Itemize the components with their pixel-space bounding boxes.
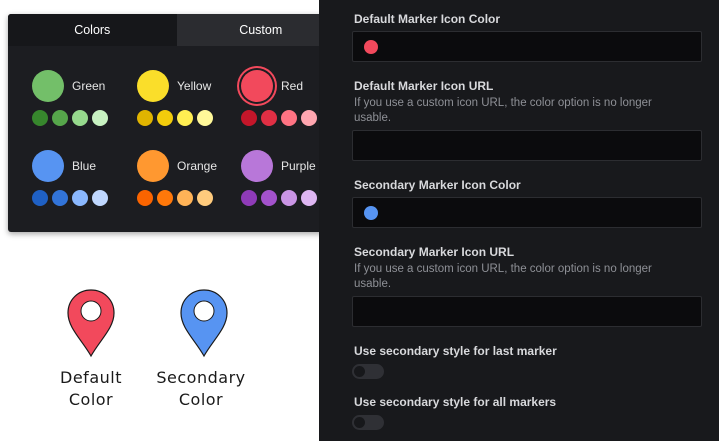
default-color-field[interactable] [352, 31, 702, 62]
shade-swatch-blue-2[interactable] [52, 190, 68, 206]
last-marker-toggle[interactable] [352, 364, 384, 379]
swatch-purple[interactable] [241, 150, 273, 182]
swatch-blue[interactable] [32, 150, 64, 182]
default-url-help: If you use a custom icon URL, the color … [354, 97, 652, 124]
shade-swatch-yellow-4[interactable] [197, 110, 213, 126]
default-color-label-text: Default Marker Icon Color [354, 12, 501, 26]
shade-swatch-yellow-1[interactable] [137, 110, 153, 126]
shade-swatch-green-2[interactable] [52, 110, 68, 126]
secondary-url-label: Secondary Marker Icon URL [354, 245, 515, 259]
toggle-knob [354, 366, 365, 377]
secondary-url-help: If you use a custom icon URL, the color … [354, 263, 652, 290]
shade-swatch-blue-1[interactable] [32, 190, 48, 206]
color-name-label: Orange [177, 159, 218, 173]
shade-swatch-yellow-2[interactable] [157, 110, 173, 126]
color-group-orange: Orange [137, 150, 237, 214]
shade-swatch-orange-4[interactable] [197, 190, 213, 206]
shade-swatch-red-2[interactable] [261, 110, 277, 126]
shade-swatch-orange-2[interactable] [157, 190, 173, 206]
color-palette: Green Yellow Red Blue Orange Purple [8, 46, 345, 232]
color-picker-popover: Colors Custom Green Yellow Red Blue Orange Pu… [8, 14, 345, 232]
color-group-blue: Blue [32, 150, 132, 214]
swatch-red[interactable] [241, 70, 273, 102]
shade-swatch-orange-3[interactable] [177, 190, 193, 206]
shade-swatch-green-3[interactable] [72, 110, 88, 126]
default-marker-icon [67, 289, 115, 358]
all-markers-toggle[interactable] [352, 415, 384, 430]
swatch-green[interactable] [32, 70, 64, 102]
swatch-orange[interactable] [137, 150, 169, 182]
swatch-yellow[interactable] [137, 70, 169, 102]
shade-swatch-red-4[interactable] [301, 110, 317, 126]
default-label-line1: Default [60, 368, 122, 387]
secondary-url-input[interactable] [352, 296, 702, 327]
default-color-label: Default Color [36, 367, 146, 411]
color-name-label: Yellow [177, 79, 212, 93]
color-name-label: Blue [72, 159, 97, 173]
shade-swatch-blue-4[interactable] [92, 190, 108, 206]
picker-tabs: Colors Custom [8, 14, 345, 46]
default-color-dot[interactable] [364, 40, 378, 54]
shade-swatch-green-1[interactable] [32, 110, 48, 126]
secondary-label-line1: Secondary [156, 368, 246, 387]
secondary-color-label: Secondary Color [146, 367, 256, 411]
secondary-color-dot[interactable] [364, 206, 378, 220]
shade-swatch-yellow-3[interactable] [177, 110, 193, 126]
last-marker-label: Use secondary style for last marker [354, 344, 557, 358]
color-name-label: Red [281, 79, 304, 93]
secondary-color-field[interactable] [352, 197, 702, 228]
secondary-marker-icon [180, 289, 228, 358]
color-group-yellow: Yellow [137, 70, 237, 134]
settings-panel: Default Marker Icon Color Default Marker… [319, 0, 719, 441]
shade-swatch-purple-4[interactable] [301, 190, 317, 206]
shade-swatch-purple-2[interactable] [261, 190, 277, 206]
color-name-label: Green [72, 79, 106, 93]
shade-swatch-purple-1[interactable] [241, 190, 257, 206]
all-markers-label: Use secondary style for all markers [354, 395, 557, 409]
toggle-knob [354, 417, 365, 428]
shade-swatch-red-3[interactable] [281, 110, 297, 126]
shade-swatch-green-4[interactable] [92, 110, 108, 126]
shade-swatch-blue-3[interactable] [72, 190, 88, 206]
secondary-color-label-text: Secondary Marker Icon Color [354, 178, 521, 192]
tab-colors[interactable]: Colors [8, 14, 177, 46]
shade-swatch-orange-1[interactable] [137, 190, 153, 206]
color-name-label: Purple [281, 159, 316, 173]
shade-swatch-purple-3[interactable] [281, 190, 297, 206]
shade-swatch-red-1[interactable] [241, 110, 257, 126]
secondary-label-line2: Color [178, 390, 224, 409]
default-label-line2: Color [68, 390, 114, 409]
color-group-green: Green [32, 70, 132, 134]
default-url-label: Default Marker Icon URL [354, 79, 494, 93]
default-url-input[interactable] [352, 130, 702, 161]
